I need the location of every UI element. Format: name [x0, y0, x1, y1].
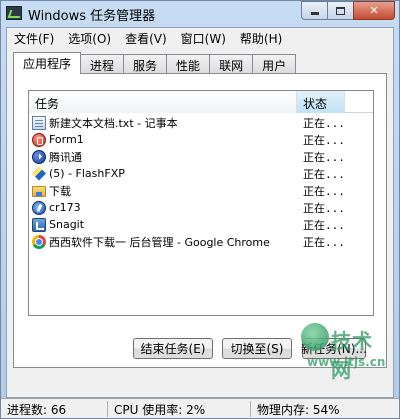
task-manager-icon	[6, 6, 22, 20]
task-list-rows: 新建文本文档.txt - 记事本 正在... Form1 正在... 腾讯通 正…	[29, 114, 373, 250]
task-row[interactable]: (5) - FlashFXP 正在...	[29, 165, 373, 182]
maximize-icon	[336, 6, 345, 15]
column-header-status[interactable]: ^ 状态	[297, 91, 345, 113]
rtx-icon	[32, 149, 46, 164]
task-row[interactable]: cr173 正在...	[29, 199, 373, 216]
task-status: 正在...	[303, 201, 345, 215]
tab-services[interactable]: 服务	[123, 54, 168, 74]
task-status: 正在...	[303, 167, 345, 181]
end-task-button[interactable]: 结束任务(E)	[133, 338, 213, 359]
task-list-header: 任务 ^ 状态	[29, 91, 373, 113]
menu-help[interactable]: 帮助(H)	[233, 28, 289, 47]
task-row[interactable]: 下载 正在...	[29, 182, 373, 199]
form1-icon	[32, 132, 46, 147]
tab-performance[interactable]: 性能	[166, 54, 211, 74]
notepad-icon	[32, 115, 46, 130]
task-cell: Form1	[29, 132, 297, 147]
task-manager-window: Windows 任务管理器 ✕ 文件(F) 选项(O) 查看(V) 窗口(W) …	[0, 0, 400, 419]
task-cell: (5) - FlashFXP	[29, 166, 297, 181]
tab-networking[interactable]: 联网	[209, 54, 254, 74]
task-status: 正在...	[303, 133, 345, 147]
task-name: 西西软件下载一 后台管理 - Google Chrome	[49, 235, 270, 249]
task-list[interactable]: 任务 ^ 状态 新建文本文档.txt - 记事本 正在... Form1 正在.…	[28, 90, 374, 316]
task-cell: cr173	[29, 200, 297, 215]
task-cell: 新建文本文档.txt - 记事本	[29, 115, 297, 131]
process-count: 进程数: 66	[1, 400, 108, 417]
tab-users[interactable]: 用户	[252, 54, 297, 74]
task-name: Form1	[49, 133, 84, 146]
close-button[interactable]: ✕	[353, 1, 395, 20]
task-row[interactable]: 腾讯通 正在...	[29, 148, 373, 165]
task-name: (5) - FlashFXP	[49, 167, 125, 180]
flashfxp-icon	[32, 166, 46, 181]
menu-view[interactable]: 查看(V)	[118, 28, 174, 47]
applications-panel: 任务 ^ 状态 新建文本文档.txt - 记事本 正在... Form1 正在.…	[13, 73, 387, 368]
task-row[interactable]: 西西软件下载一 后台管理 - Google Chrome 正在...	[29, 233, 373, 250]
task-cell: 下载	[29, 183, 297, 199]
cr173-icon	[32, 200, 46, 215]
window-title: Windows 任务管理器	[28, 9, 156, 24]
menu-bar: 文件(F) 选项(O) 查看(V) 窗口(W) 帮助(H)	[7, 28, 393, 47]
task-row[interactable]: Form1 正在...	[29, 131, 373, 148]
close-icon: ✕	[369, 4, 379, 17]
cpu-usage: CPU 使用率: 2%	[108, 400, 251, 417]
task-name: 腾讯通	[49, 150, 82, 164]
minimize-button[interactable]	[301, 1, 327, 20]
minimize-icon	[310, 12, 319, 15]
menu-options[interactable]: 选项(O)	[61, 28, 118, 47]
window-controls: ✕	[301, 1, 395, 20]
task-status: 正在...	[303, 184, 345, 198]
menu-file[interactable]: 文件(F)	[7, 28, 61, 47]
task-name: Snagit	[49, 218, 85, 231]
tab-processes[interactable]: 进程	[80, 54, 125, 74]
task-status: 正在...	[303, 218, 345, 232]
task-row[interactable]: 新建文本文档.txt - 记事本 正在...	[29, 114, 373, 131]
task-name: 新建文本文档.txt - 记事本	[49, 116, 178, 130]
task-name: cr173	[49, 201, 81, 214]
task-cell: 西西软件下载一 后台管理 - Google Chrome	[29, 234, 297, 250]
new-task-button[interactable]: 新任务(N)...	[301, 338, 367, 359]
column-header-status-label: 状态	[303, 97, 328, 111]
folder-icon	[32, 186, 46, 197]
maximize-button[interactable]	[327, 1, 353, 20]
physical-memory: 物理内存: 54%	[257, 402, 340, 417]
task-name: 下载	[49, 184, 71, 198]
tab-strip: 应用程序 进程 服务 性能 联网 用户	[13, 52, 297, 74]
task-row[interactable]: Snagit 正在...	[29, 216, 373, 233]
chrome-icon	[32, 234, 46, 249]
task-status: 正在...	[303, 116, 345, 130]
status-bar: 进程数: 66 CPU 使用率: 2% 物理内存: 54%	[1, 398, 399, 418]
task-status: 正在...	[303, 235, 345, 249]
snagit-icon	[32, 217, 46, 232]
menu-window[interactable]: 窗口(W)	[174, 28, 233, 47]
title-bar[interactable]: Windows 任务管理器 ✕	[1, 1, 399, 27]
task-status: 正在...	[303, 150, 345, 164]
column-header-task[interactable]: 任务	[29, 91, 297, 113]
task-cell: Snagit	[29, 217, 297, 232]
client-area: 文件(F) 选项(O) 查看(V) 窗口(W) 帮助(H) 应用程序 进程 服务…	[6, 27, 394, 398]
task-cell: 腾讯通	[29, 149, 297, 165]
sort-ascending-icon: ^	[319, 90, 325, 95]
switch-to-button[interactable]: 切换至(S)	[222, 338, 292, 359]
tab-applications[interactable]: 应用程序	[13, 52, 82, 74]
